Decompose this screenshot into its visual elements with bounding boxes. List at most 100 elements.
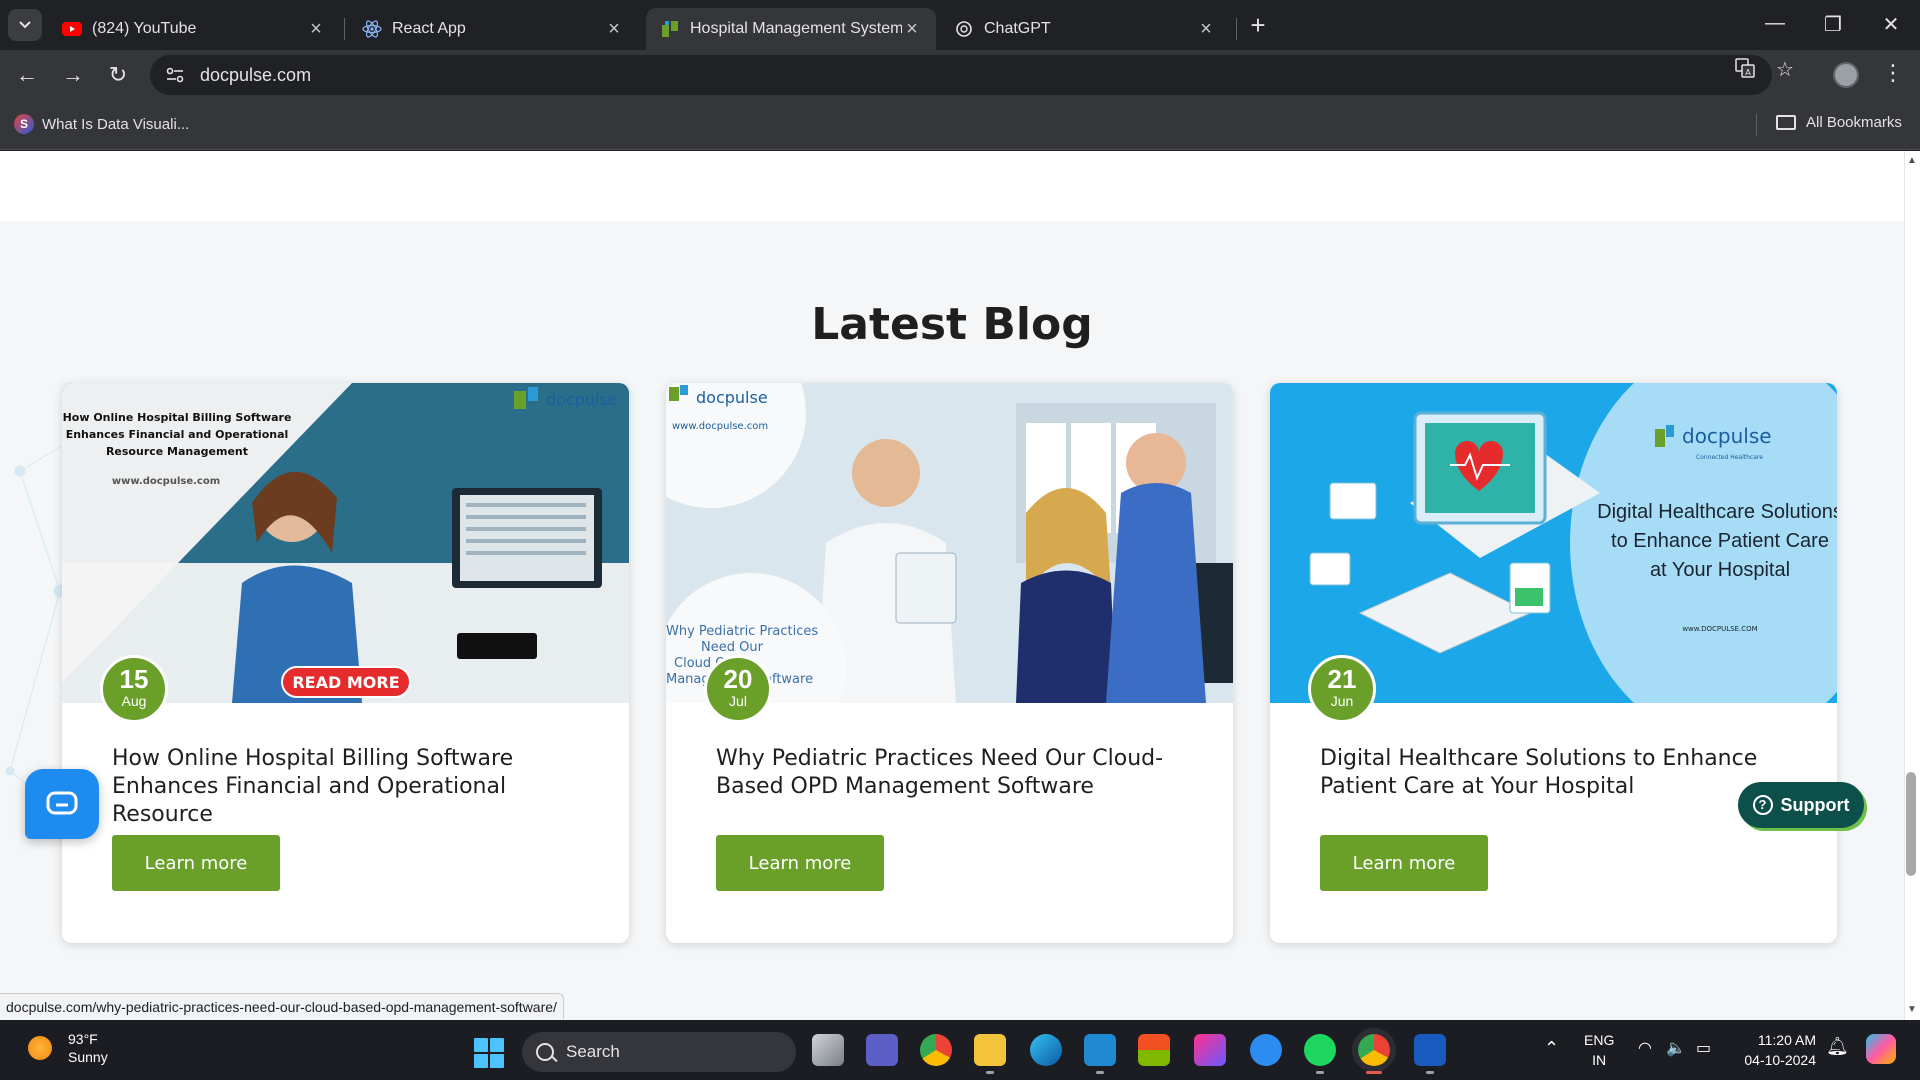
blog-card-image[interactable]: How Online Hospital Billing Software Enh… <box>62 383 629 703</box>
blog-card: docpulse www.docpulse.com Why Pediatric … <box>666 383 1233 943</box>
tab-youtube[interactable]: (824) YouTube × <box>48 8 340 50</box>
scroll-up-arrow[interactable]: ▲ <box>1906 155 1918 166</box>
teams-icon[interactable] <box>866 1034 898 1066</box>
active-indicator <box>1366 1071 1382 1074</box>
learn-more-button[interactable]: Learn more <box>1320 835 1488 891</box>
support-button[interactable]: ? Support <box>1738 782 1864 828</box>
learn-more-button[interactable]: Learn more <box>112 835 280 891</box>
svg-text:docpulse: docpulse <box>546 390 618 409</box>
close-icon[interactable]: × <box>306 19 326 39</box>
svg-text:Resource Management: Resource Management <box>106 445 248 458</box>
tab-title: (824) YouTube <box>92 20 197 37</box>
tab-hospital-management[interactable]: Hospital Management System | × <box>646 8 936 50</box>
bookmark-item[interactable]: S What Is Data Visuali... <box>14 114 189 134</box>
date-month: Aug <box>121 693 147 709</box>
tab-chatgpt[interactable]: ChatGPT × <box>940 8 1230 50</box>
learn-more-button[interactable]: Learn more <box>716 835 884 891</box>
browser-menu-icon[interactable]: ⋮ <box>1880 60 1906 86</box>
blog-card: How Online Hospital Billing Software Enh… <box>62 383 629 943</box>
notification-bell-icon[interactable]: 🔔︎ <box>1826 1036 1849 1057</box>
copilot-icon[interactable] <box>1866 1034 1896 1064</box>
minimize-button[interactable]: — <box>1760 12 1790 35</box>
intellij-icon[interactable] <box>1194 1034 1226 1066</box>
site-settings-icon[interactable] <box>162 62 188 88</box>
language-indicator[interactable]: ENG IN <box>1584 1030 1614 1070</box>
image-caption: Why Pediatric Practices <box>666 624 818 639</box>
all-bookmarks-button[interactable]: All Bookmarks <box>1776 114 1902 131</box>
profile-avatar[interactable] <box>1833 62 1859 88</box>
search-placeholder: Search <box>566 1042 620 1061</box>
tab-strip: (824) YouTube × React App × Hospital Man… <box>0 0 1920 50</box>
battery-icon[interactable]: ▭ <box>1696 1038 1711 1058</box>
chat-widget-button[interactable] <box>25 769 99 839</box>
svg-text:www.docpulse.com: www.docpulse.com <box>112 476 220 487</box>
forward-button[interactable]: → <box>58 60 88 90</box>
tab-react-app[interactable]: React App × <box>348 8 638 50</box>
running-indicator <box>1096 1071 1104 1074</box>
weather-widget[interactable]: 93°F Sunny <box>28 1030 108 1066</box>
blog-card-title[interactable]: How Online Hospital Billing Software Enh… <box>112 745 592 829</box>
blog-card-title[interactable]: Why Pediatric Practices Need Our Cloud-B… <box>716 745 1196 801</box>
running-indicator <box>1316 1071 1324 1074</box>
edge-icon[interactable] <box>1030 1034 1062 1066</box>
task-view-icon[interactable] <box>812 1034 844 1066</box>
address-bar[interactable]: docpulse.com <box>150 55 1772 95</box>
translate-icon[interactable]: A <box>1732 57 1758 83</box>
microsoft-store-icon[interactable] <box>1138 1034 1170 1066</box>
volume-icon[interactable]: 🔈 <box>1666 1038 1686 1058</box>
windows-taskbar: 93°F Sunny Search ⌃ ENG IN ◠ 🔈 ▭ 11:20 A… <box>0 1020 1920 1080</box>
start-button[interactable] <box>474 1038 504 1068</box>
chrome-active-icon[interactable] <box>1358 1034 1390 1066</box>
date-badge: 15 Aug <box>100 655 168 723</box>
taskbar-search[interactable]: Search <box>522 1032 796 1072</box>
blog-card-image[interactable]: docpulse www.docpulse.com Why Pediatric … <box>666 383 1233 703</box>
file-explorer-icon[interactable] <box>974 1034 1006 1066</box>
close-icon[interactable]: × <box>902 19 922 39</box>
spotify-icon[interactable] <box>1304 1034 1336 1066</box>
tab-title: React App <box>392 20 466 37</box>
svg-text:Connected Healthcare: Connected Healthcare <box>1696 454 1763 461</box>
folder-icon <box>1776 115 1796 130</box>
all-bookmarks-label: All Bookmarks <box>1806 114 1902 131</box>
wifi-icon[interactable]: ◠ <box>1638 1038 1652 1058</box>
scrollbar-thumb[interactable] <box>1906 772 1916 876</box>
tray-overflow-icon[interactable]: ⌃ <box>1544 1038 1559 1059</box>
system-clock[interactable]: 11:20 AM 04-10-2024 <box>1736 1030 1816 1070</box>
blog-card-title[interactable]: Digital Healthcare Solutions to Enhance … <box>1320 745 1800 801</box>
back-button[interactable]: ← <box>12 60 42 90</box>
close-icon[interactable]: × <box>604 19 624 39</box>
help-icon: ? <box>1752 795 1773 815</box>
tab-title: Hospital Management System | <box>690 20 902 37</box>
close-window-button[interactable]: ✕ <box>1876 12 1906 37</box>
restore-button[interactable]: ❐ <box>1818 12 1848 37</box>
svg-text:Enhances Financial and Operati: Enhances Financial and Operational <box>66 428 289 441</box>
tab-search-button[interactable] <box>8 9 42 41</box>
svg-text:www.docpulse.com: www.docpulse.com <box>672 421 768 432</box>
help-app-icon[interactable] <box>1250 1034 1282 1066</box>
running-indicator <box>986 1071 994 1074</box>
chrome-icon[interactable] <box>920 1034 952 1066</box>
scroll-down-arrow[interactable]: ▼ <box>1906 1004 1918 1015</box>
bookmarks-bar: S What Is Data Visuali... All Bookmarks <box>0 100 1920 150</box>
svg-text:READ MORE: READ MORE <box>292 673 399 692</box>
close-icon[interactable]: × <box>1196 19 1216 39</box>
svg-text:docpulse: docpulse <box>696 388 768 407</box>
image-text-line: How Online Hospital Billing Software <box>63 411 292 424</box>
bookmark-star-icon[interactable]: ☆ <box>1772 57 1798 83</box>
date-day: 21 <box>1327 664 1357 694</box>
date-badge: 20 Jul <box>704 655 772 723</box>
reload-button[interactable]: ↻ <box>103 60 133 90</box>
new-tab-button[interactable]: + <box>1244 12 1272 40</box>
bookmark-divider <box>1756 114 1757 136</box>
language-code: ENG <box>1584 1032 1615 1048</box>
section-divider-band <box>0 151 1904 221</box>
vscode-icon[interactable] <box>1084 1034 1116 1066</box>
page-scrollbar[interactable] <box>1904 151 1920 1020</box>
svg-text:at Your Hospital: at Your Hospital <box>1650 559 1790 581</box>
react-icon <box>362 19 382 39</box>
svg-text:Digital Healthcare Solutions: Digital Healthcare Solutions <box>1597 501 1837 523</box>
link-status-bar: docpulse.com/why-pediatric-practices-nee… <box>0 993 564 1019</box>
blog-card-image[interactable]: docpulse Connected Healthcare Digital He… <box>1270 383 1837 703</box>
tab-divider <box>1236 18 1237 40</box>
word-icon[interactable] <box>1414 1034 1446 1066</box>
